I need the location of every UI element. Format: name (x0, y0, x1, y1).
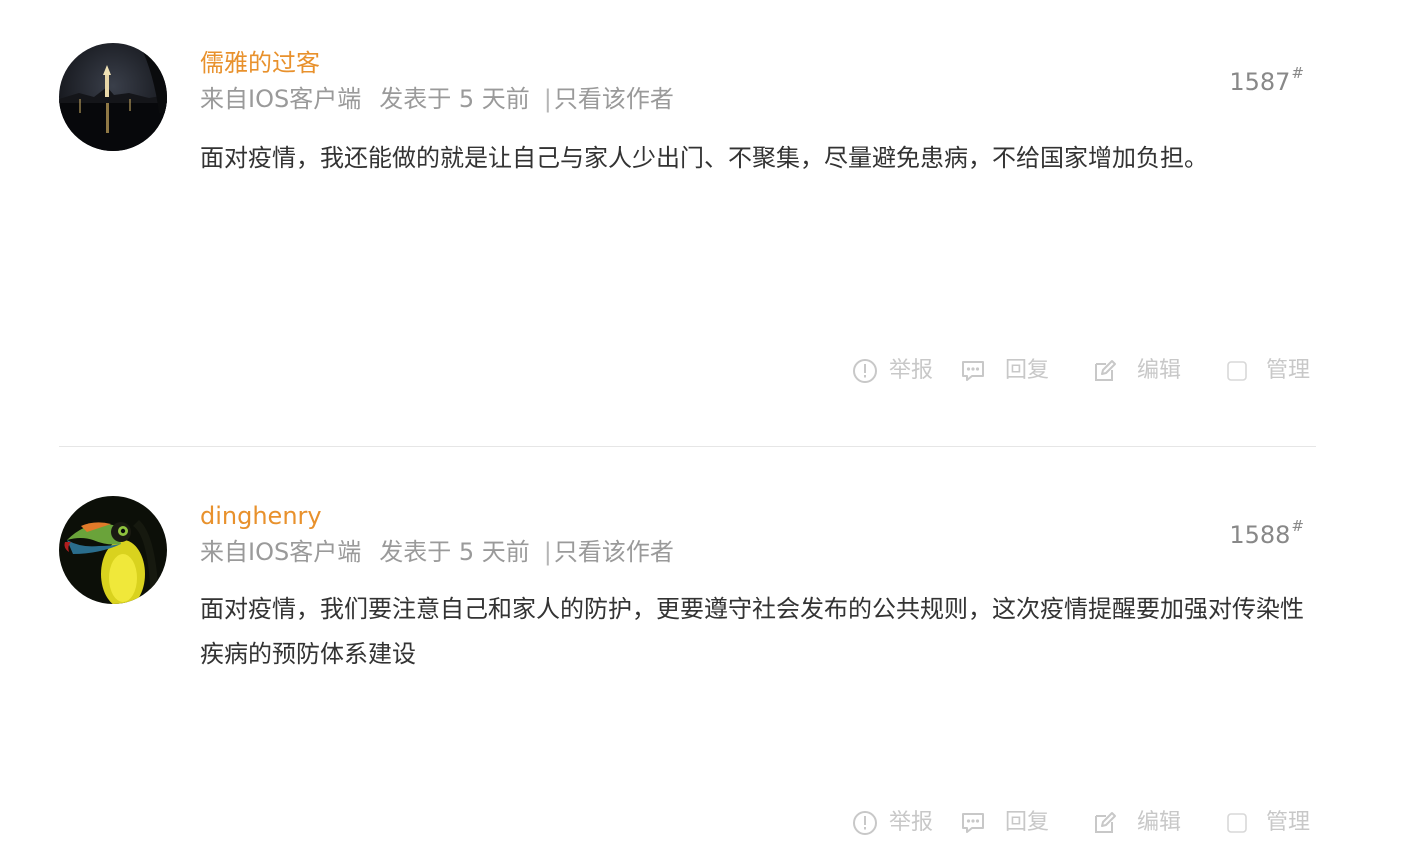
edit-label: 编辑 (1137, 358, 1182, 383)
floor-number: 1588# (1229, 515, 1304, 549)
reply-label: 回复 (1005, 358, 1050, 383)
only-author-link[interactable]: 只看该作者 (554, 538, 674, 566)
floor-value: 1588 (1229, 521, 1291, 549)
report-button[interactable]: 举报 (852, 356, 933, 386)
manage-button[interactable]: 管理 (1224, 808, 1310, 838)
edit-icon (1095, 360, 1116, 381)
toucan-avatar-image (59, 496, 167, 604)
source-label: 来自IOS客户端 (200, 85, 362, 113)
reply-button[interactable]: 回复 (960, 808, 1049, 838)
comment-icon (962, 813, 984, 833)
warning-circle-icon (853, 811, 877, 835)
edit-label: 编辑 (1137, 810, 1182, 835)
source-label: 来自IOS客户端 (200, 538, 362, 566)
checkbox-icon (1227, 813, 1247, 833)
post-meta: 来自IOS客户端 发表于 5 天前 |只看该作者 (200, 538, 674, 566)
night-lake-avatar-image (59, 43, 167, 151)
post-content: 面对疫情，我们要注意自己和家人的防护，更要遵守社会发布的公共规则，这次疫情提醒要… (200, 595, 1304, 668)
report-label: 举报 (889, 358, 934, 383)
post-date: 发表于 5 天前 (379, 538, 530, 566)
floor-mark: # (1291, 64, 1304, 82)
warning-circle-icon (853, 359, 877, 383)
avatar[interactable] (59, 496, 167, 604)
manage-label: 管理 (1266, 358, 1311, 383)
edit-button[interactable]: 编辑 (1092, 808, 1181, 838)
reply-button[interactable]: 回复 (960, 356, 1049, 386)
reply-label: 回复 (1005, 810, 1050, 835)
manage-button[interactable]: 管理 (1224, 356, 1310, 386)
meta-separator: | (543, 85, 552, 113)
edit-icon (1095, 812, 1116, 833)
only-author-link[interactable]: 只看该作者 (554, 85, 674, 113)
edit-button[interactable]: 编辑 (1092, 356, 1181, 386)
post-meta: 来自IOS客户端 发表于 5 天前 |只看该作者 (200, 85, 674, 113)
floor-value: 1587 (1229, 68, 1291, 96)
manage-label: 管理 (1266, 810, 1311, 835)
comment-icon (962, 361, 984, 381)
avatar[interactable] (59, 43, 167, 151)
post-date: 发表于 5 天前 (379, 85, 530, 113)
report-label: 举报 (889, 810, 934, 835)
post-content: 面对疫情，我还能做的就是让自己与家人少出门、不聚集，尽量避免患病，不给国家增加负… (200, 144, 1208, 172)
meta-separator: | (543, 538, 552, 566)
post-divider (59, 446, 1316, 447)
checkbox-icon (1227, 361, 1247, 381)
floor-mark: # (1291, 517, 1304, 535)
author-name[interactable]: 儒雅的过客 (200, 49, 320, 77)
floor-number: 1587# (1229, 62, 1304, 96)
report-button[interactable]: 举报 (852, 808, 933, 838)
author-name[interactable]: dinghenry (200, 502, 322, 530)
